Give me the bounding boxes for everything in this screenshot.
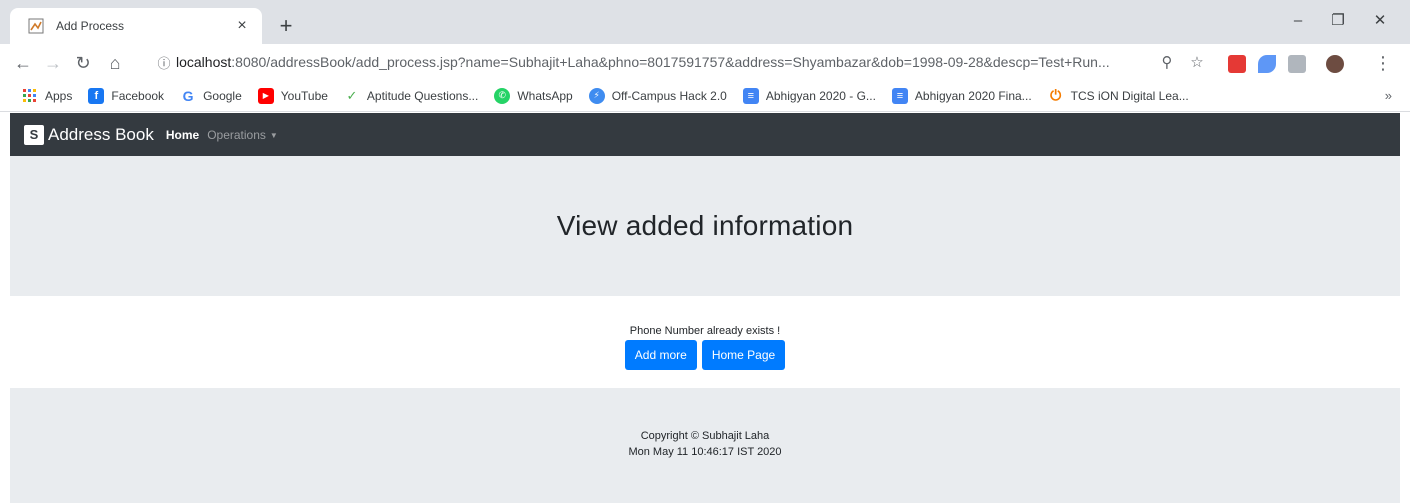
site-navbar: S Address Book Home Operations ▼ [10, 113, 1400, 156]
extension-block-icon[interactable] [1228, 55, 1246, 73]
forward-arrow-icon[interactable]: → [40, 50, 66, 76]
site-info-icon[interactable]: ⓘ [152, 53, 176, 72]
extension-pen-icon[interactable] [1258, 55, 1276, 73]
zoom-icon[interactable]: ⚲ [1152, 53, 1182, 71]
browser-tab[interactable]: Add Process × [10, 8, 262, 44]
footer-timestamp: Mon May 11 10:46:17 IST 2020 [628, 446, 782, 458]
bookmark-youtube[interactable]: ▶ YouTube [257, 87, 328, 104]
bookmark-label: Google [203, 88, 242, 103]
browser-toolbar: ← → ↻ ⌂ ⓘ localhost:8080/addressBook/add… [0, 44, 1410, 80]
page-title: View added information [556, 210, 854, 241]
bookmark-label: Abhigyan 2020 - G... [765, 88, 876, 103]
bookmark-label: TCS iON Digital Lea... [1070, 88, 1189, 103]
google-icon: G [182, 87, 194, 104]
bookmark-tcs-ion[interactable]: ⏻ TCS iON Digital Lea... [1048, 87, 1189, 104]
bookmark-apps[interactable]: Apps [22, 88, 72, 104]
add-more-button[interactable]: Add more [624, 340, 697, 370]
bookmark-whatsapp[interactable]: ✆ WhatsApp [494, 87, 573, 104]
caret-down-icon: ▼ [269, 130, 278, 140]
close-window-button[interactable]: ✕ [1360, 8, 1400, 34]
home-icon[interactable]: ⌂ [102, 50, 128, 76]
docs-icon: ≡ [742, 87, 759, 104]
page-favicon-icon [28, 18, 44, 34]
bookmark-offcampus[interactable]: ⚡ Off-Campus Hack 2.0 [588, 87, 727, 104]
bookmark-facebook[interactable]: f Facebook [88, 87, 165, 104]
profile-avatar[interactable] [1326, 55, 1344, 73]
bookmark-aptitude[interactable]: ✓ Aptitude Questions... [344, 88, 478, 104]
browser-tabstrip: Add Process × + – ❐ ✕ [0, 0, 1410, 44]
menu-kebab-icon[interactable]: ⋮ [1370, 50, 1396, 76]
reload-icon[interactable]: ↻ [70, 50, 96, 76]
tab-title: Add Process [56, 19, 125, 33]
bookmarks-overflow-icon[interactable]: » [1385, 88, 1392, 103]
power-icon: ⏻ [1050, 87, 1062, 103]
new-tab-button[interactable]: + [272, 13, 300, 41]
nav-operations-label: Operations [207, 127, 266, 142]
url-host: localhost [176, 54, 232, 70]
bookmark-label: Facebook [111, 88, 165, 103]
bookmark-abhigyan-g[interactable]: ≡ Abhigyan 2020 - G... [742, 87, 876, 104]
address-bar[interactable]: ⓘ localhost:8080/addressBook/add_process… [152, 48, 1212, 76]
brand-logo-icon[interactable]: S [24, 124, 44, 145]
restore-button[interactable]: ❐ [1318, 8, 1358, 34]
aptitude-icon: ✓ [346, 87, 358, 103]
youtube-icon: ▶ [257, 87, 274, 104]
bookmark-google[interactable]: G Google [180, 88, 242, 104]
bookmark-label: WhatsApp [517, 88, 573, 103]
action-buttons: Add more Home Page [0, 340, 1410, 370]
hack-icon: ⚡ [588, 87, 605, 104]
nav-home-link[interactable]: Home [166, 128, 199, 142]
extension-download-icon[interactable] [1288, 55, 1306, 73]
home-page-button[interactable]: Home Page [701, 340, 786, 370]
minimize-button[interactable]: – [1278, 8, 1318, 34]
back-arrow-icon[interactable]: ← [10, 50, 36, 76]
whatsapp-icon: ✆ [494, 87, 511, 104]
bookmark-label: Apps [45, 88, 73, 103]
bookmark-label: YouTube [280, 88, 328, 103]
docs-icon: ≡ [891, 87, 908, 104]
url-path: :8080/addressBook/add_process.jsp?name=S… [231, 54, 1110, 70]
bookmarks-bar: Apps f Facebook G Google ▶ YouTube ✓ Apt… [0, 80, 1410, 112]
url-text[interactable]: localhost:8080/addressBook/add_process.j… [176, 54, 1152, 70]
page-footer: Copyright © Subhajit Laha Mon May 11 10:… [10, 388, 1400, 503]
status-message: Phone Number already exists ! [629, 325, 781, 337]
facebook-icon: f [88, 87, 105, 104]
jumbotron: View added information [10, 156, 1400, 296]
brand-link[interactable]: Address Book [48, 125, 154, 145]
bookmark-label: Off-Campus Hack 2.0 [611, 88, 727, 103]
tab-close-icon[interactable]: × [232, 17, 252, 35]
bookmark-label: Abhigyan 2020 Fina... [914, 88, 1032, 103]
copyright-text: Copyright © Subhajit Laha [640, 430, 770, 442]
bookmark-abhigyan-fina[interactable]: ≡ Abhigyan 2020 Fina... [891, 87, 1032, 104]
apps-grid-icon [22, 88, 38, 104]
bookmark-star-icon[interactable]: ☆ [1182, 53, 1212, 71]
bookmark-label: Aptitude Questions... [366, 88, 479, 103]
nav-operations-dropdown[interactable]: Operations ▼ [207, 128, 278, 142]
